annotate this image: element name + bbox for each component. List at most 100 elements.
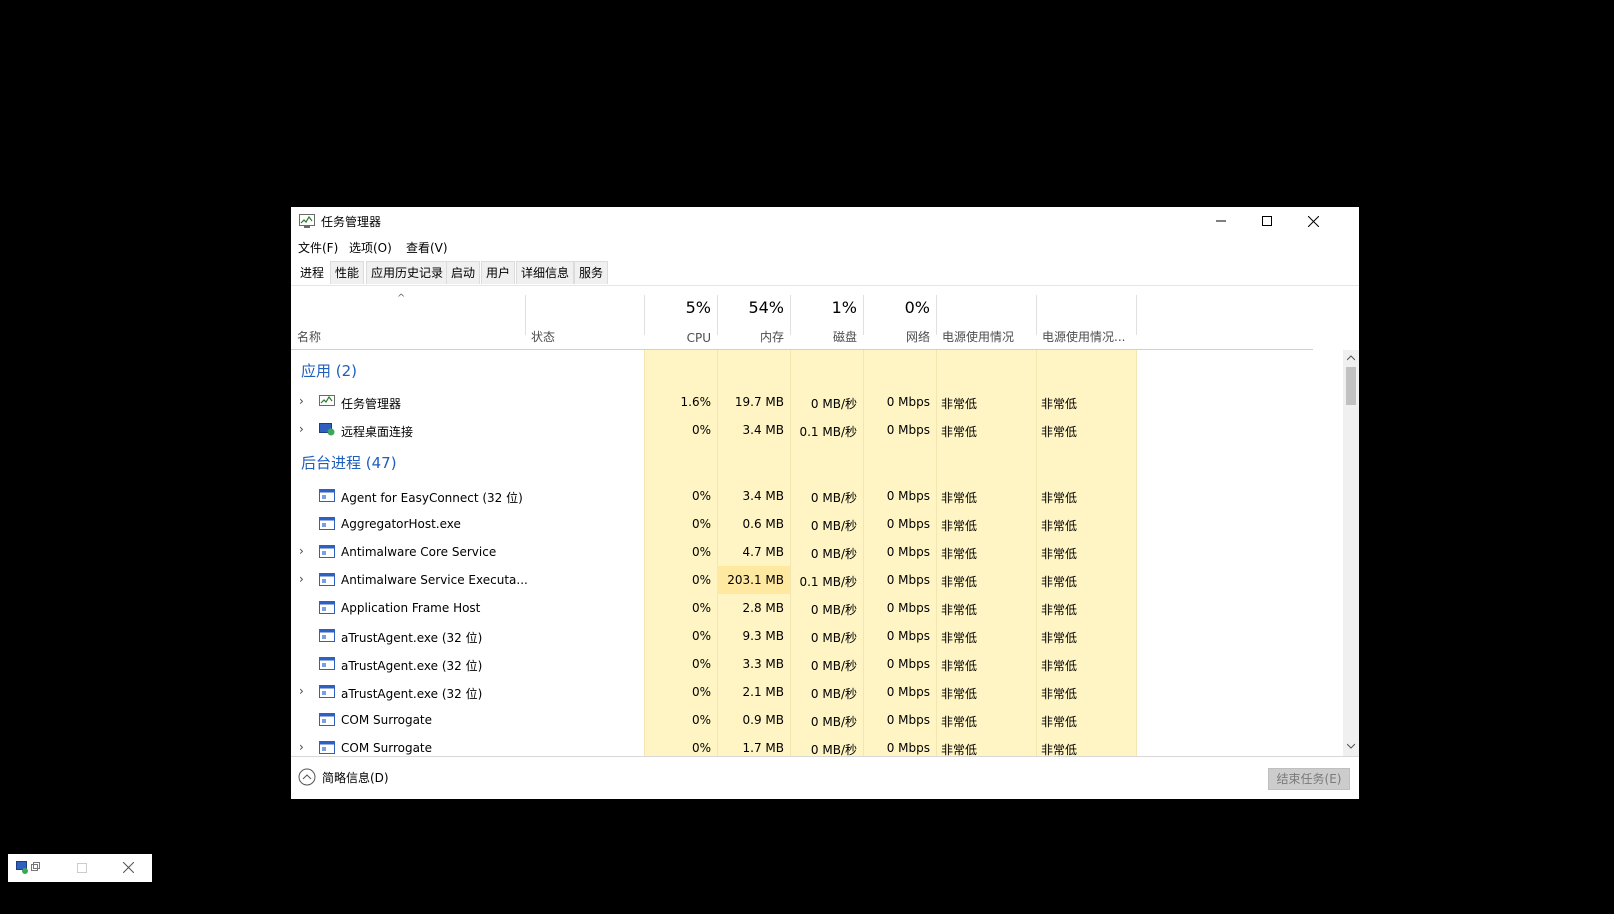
scroll-down-icon[interactable] (1347, 743, 1355, 749)
memory-total: 54% (748, 298, 784, 317)
network-value: 0 Mbps (886, 423, 930, 437)
table-row[interactable]: aTrustAgent.exe (32 位) 0% 9.3 MB 0 MB/秒 0 Mb… (291, 622, 1313, 650)
maximize-icon[interactable] (77, 863, 87, 873)
tab-app-history[interactable]: 应用历史记录 (366, 261, 449, 284)
table-row[interactable]: AggregatorHost.exe 0% 0.6 MB 0 MB/秒 0 Mbps 非常… (291, 510, 1313, 538)
table-row[interactable]: COM Surrogate 0% 0.9 MB 0 MB/秒 0 Mbps 非常低 非常低 (291, 706, 1313, 734)
process-name: aTrustAgent.exe (32 位) (341, 631, 483, 645)
memory-value: 2.1 MB (742, 685, 784, 699)
minimize-button[interactable] (1198, 207, 1244, 235)
tab-services[interactable]: 服务 (574, 261, 609, 284)
memory-value: 2.8 MB (742, 601, 784, 615)
menu-file[interactable]: 文件(F) (298, 239, 338, 256)
process-window-icon (319, 517, 335, 530)
close-icon[interactable] (123, 862, 134, 873)
memory-value: 0.9 MB (742, 713, 784, 727)
process-name: aTrustAgent.exe (32 位) (341, 659, 483, 673)
expand-chevron-icon[interactable]: › (299, 544, 304, 558)
table-row[interactable]: Application Frame Host 0% 2.8 MB 0 MB/秒 0 Mb… (291, 594, 1313, 622)
table-row[interactable]: › Antimalware Service Executa... 0% 203.1 M… (291, 566, 1313, 594)
tab-processes[interactable]: 进程 (295, 261, 330, 284)
power-trend-value: 非常低 (1041, 491, 1078, 505)
col-name-label: 名称 (297, 330, 322, 344)
vertical-scrollbar[interactable] (1343, 350, 1359, 756)
col-power-trend[interactable]: 电源使用情况... (1036, 295, 1136, 349)
col-disk-label: 磁盘 (832, 330, 857, 344)
process-list[interactable]: 应用 (2) › 任务管理器 1.6% 19.7 MB 0 MB/秒 0 Mbp… (291, 350, 1343, 756)
process-name: aTrustAgent.exe (32 位) (341, 687, 483, 701)
col-network-label: 网络 (905, 330, 930, 344)
expand-chevron-icon[interactable]: › (299, 572, 304, 586)
col-power-trend-label: 电源使用情况... (1042, 330, 1126, 344)
disk-value: 0 MB/秒 (810, 397, 857, 411)
task-manager-window: 任务管理器 文件(F) 选项(O) 查看(V) 进程 性能 应用历史记录 启动 … (291, 207, 1359, 799)
power-trend-value: 非常低 (1041, 659, 1078, 673)
table-row[interactable]: › 远程桌面连接 0% 3.4 MB 0.1 MB/秒 0 Mbps 非常低 非… (291, 416, 1313, 444)
col-cpu[interactable]: 5% CPU (644, 295, 717, 349)
less-details-button[interactable]: 简略信息(D) (298, 768, 389, 786)
title-bar[interactable]: 任务管理器 (291, 207, 1359, 235)
minimized-window-stub[interactable] (8, 854, 152, 882)
process-name: Antimalware Service Executa... (341, 573, 528, 587)
power-value: 非常低 (941, 603, 978, 617)
network-value: 0 Mbps (886, 741, 930, 755)
power-value: 非常低 (941, 547, 978, 561)
memory-value: 3.4 MB (742, 423, 784, 437)
close-button[interactable] (1290, 207, 1336, 235)
col-memory[interactable]: 54% 内存 (717, 295, 790, 349)
network-value: 0 Mbps (886, 685, 930, 699)
maximize-icon (1262, 216, 1272, 226)
power-trend-value: 非常低 (1041, 743, 1078, 756)
menu-options[interactable]: 选项(O) (349, 239, 392, 256)
maximize-button[interactable] (1244, 207, 1290, 235)
col-power-label: 电源使用情况 (942, 330, 1015, 344)
power-trend-value: 非常低 (1041, 631, 1078, 645)
cpu-value: 0% (691, 489, 711, 503)
table-row[interactable]: › aTrustAgent.exe (32 位) 0% 2.1 MB 0 MB/秒 0 M… (291, 678, 1313, 706)
cpu-value: 0% (691, 517, 711, 531)
window-title: 任务管理器 (321, 215, 382, 229)
tab-details[interactable]: 详细信息 (516, 261, 575, 284)
table-row[interactable]: › 任务管理器 1.6% 19.7 MB 0 MB/秒 0 Mbps 非常低 非… (291, 388, 1313, 416)
network-value: 0 Mbps (886, 573, 930, 587)
group-header-apps[interactable]: 应用 (2) (291, 350, 1313, 388)
process-name: Application Frame Host (341, 601, 481, 615)
tab-users[interactable]: 用户 (481, 261, 516, 284)
cpu-value: 0% (691, 713, 711, 727)
expand-chevron-icon[interactable]: › (299, 422, 304, 436)
memory-value: 0.6 MB (742, 517, 784, 531)
expand-chevron-icon[interactable]: › (299, 684, 304, 698)
menu-view[interactable]: 查看(V) (406, 239, 448, 256)
end-task-button[interactable]: 结束任务(E) (1268, 768, 1350, 790)
col-disk[interactable]: 1% 磁盘 (790, 295, 863, 349)
col-power[interactable]: 电源使用情况 (936, 295, 1036, 349)
expand-chevron-icon[interactable]: › (299, 740, 304, 754)
memory-value: 19.7 MB (734, 395, 784, 409)
table-row[interactable]: › COM Surrogate 0% 1.7 MB 0 MB/秒 0 Mbps 非常低 非常低 (291, 734, 1313, 756)
network-total: 0% (904, 298, 930, 317)
scrollbar-thumb[interactable] (1346, 367, 1356, 405)
tab-startup[interactable]: 启动 (446, 261, 481, 284)
cpu-value: 0% (691, 601, 711, 615)
power-value: 非常低 (941, 397, 978, 411)
tab-performance[interactable]: 性能 (330, 261, 365, 284)
expand-chevron-icon[interactable]: › (299, 394, 304, 408)
network-value: 0 Mbps (886, 657, 930, 671)
table-row[interactable]: › Antimalware Core Service 0% 4.7 MB 0 MB/秒 0… (291, 538, 1313, 566)
col-network[interactable]: 0% 网络 (863, 295, 936, 349)
cpu-value: 0% (691, 685, 711, 699)
minimize-icon (1216, 220, 1226, 222)
table-row[interactable]: aTrustAgent.exe (32 位) 0% 3.3 MB 0 MB/秒 0 Mb… (291, 650, 1313, 678)
process-name: COM Surrogate (341, 741, 433, 755)
table-row[interactable]: Agent for EasyConnect (32 位) 0% 3.4 MB 0 MB… (291, 482, 1313, 510)
scroll-up-icon[interactable] (1347, 355, 1355, 361)
col-status[interactable]: 状态 (525, 295, 644, 349)
col-memory-label: 内存 (759, 330, 784, 344)
group-header-background[interactable]: 后台进程 (47) (291, 444, 1313, 482)
power-trend-value: 非常低 (1041, 519, 1078, 533)
disk-value: 0 MB/秒 (810, 547, 857, 561)
process-name: 远程桌面连接 (341, 425, 414, 439)
power-value: 非常低 (941, 743, 978, 756)
col-name[interactable]: ^ 名称 (291, 293, 525, 349)
power-trend-value: 非常低 (1041, 715, 1078, 729)
